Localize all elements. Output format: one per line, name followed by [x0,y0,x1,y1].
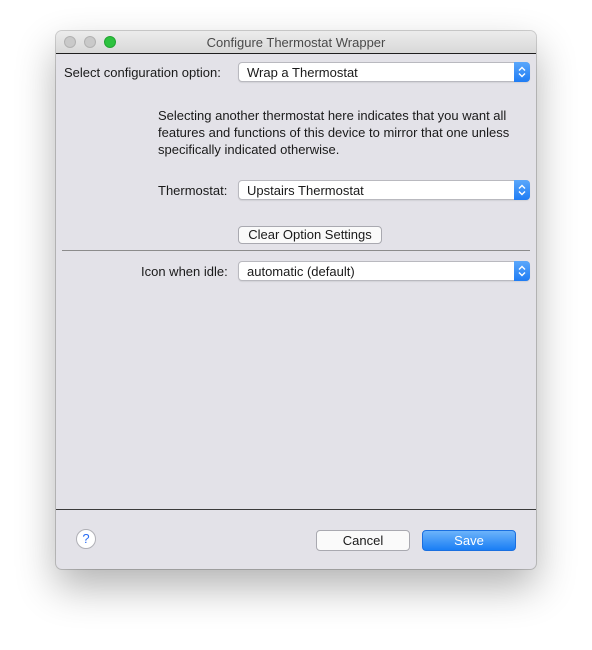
config-option-popup[interactable]: Wrap a Thermostat [238,62,530,82]
question-mark-icon: ? [82,531,90,546]
save-button[interactable]: Save [422,530,516,551]
section-divider [62,250,530,251]
help-button[interactable]: ? [76,529,96,549]
thermostat-label: Thermostat: [158,183,228,198]
icon-idle-popup[interactable]: automatic (default) [238,261,530,281]
config-option-value: Wrap a Thermostat [247,65,358,80]
config-option-label: Select configuration option: [64,65,221,80]
updown-chevron-icon [514,180,530,200]
dialog-window: Configure Thermostat Wrapper Select conf… [56,31,536,569]
updown-chevron-icon [514,62,530,82]
icon-idle-label: Icon when idle: [141,264,228,279]
footer-divider [56,509,536,510]
thermostat-popup[interactable]: Upstairs Thermostat [238,180,530,200]
icon-idle-value: automatic (default) [247,264,355,279]
updown-chevron-icon [514,261,530,281]
cancel-button[interactable]: Cancel [316,530,410,551]
title-bar[interactable]: Configure Thermostat Wrapper [56,31,536,54]
description-text: Selecting another thermostat here indica… [158,108,510,157]
window-title: Configure Thermostat Wrapper [206,35,386,50]
clear-option-settings-button[interactable]: Clear Option Settings [238,226,382,244]
thermostat-value: Upstairs Thermostat [247,183,364,198]
